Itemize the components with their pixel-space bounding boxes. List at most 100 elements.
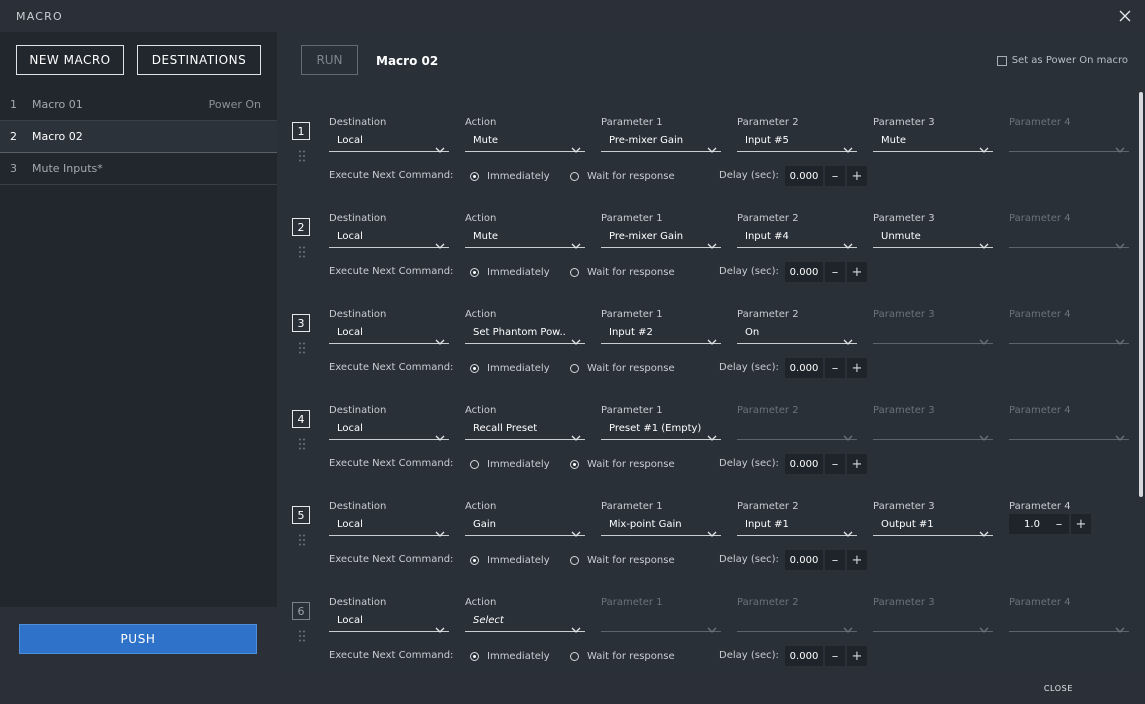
run-button[interactable]: RUN [301, 45, 358, 75]
field-select[interactable]: Local [329, 226, 449, 249]
field-select[interactable]: Mute [465, 226, 585, 249]
minus-icon[interactable]: – [825, 454, 845, 474]
drag-handle-icon[interactable] [299, 243, 305, 258]
chevron-down-icon [435, 138, 445, 153]
delay-input[interactable]: 0.000 [785, 358, 823, 378]
plus-icon[interactable]: + [847, 454, 867, 474]
field-value: Mix-point Gain [609, 519, 682, 530]
field-value: Select [473, 615, 504, 626]
immediately-radio[interactable]: Immediately [470, 550, 550, 570]
minus-icon[interactable]: – [825, 166, 845, 186]
close-icon[interactable] [1115, 6, 1135, 26]
field-select[interactable]: Output #1 [873, 514, 993, 537]
minus-icon[interactable]: – [825, 646, 845, 666]
field-select[interactable]: Select [465, 610, 585, 633]
field-select[interactable]: Input #5 [737, 130, 857, 153]
field-label: Parameter 3 [873, 213, 935, 224]
chevron-down-icon [707, 426, 717, 441]
chevron-down-icon [1115, 618, 1125, 633]
wait-for-response-radio[interactable]: Wait for response [570, 550, 675, 570]
field-select[interactable]: Input #1 [737, 514, 857, 537]
field-value: Local [337, 135, 363, 146]
delay-input[interactable]: 0.000 [785, 550, 823, 570]
field-value: Mute [473, 135, 499, 146]
push-button[interactable]: PUSH [19, 624, 257, 654]
wait-for-response-radio[interactable]: Wait for response [570, 166, 675, 186]
execute-label: Execute Next Command: [329, 458, 454, 469]
field-select[interactable]: Mute [873, 130, 993, 153]
wait-for-response-radio[interactable]: Wait for response [570, 646, 675, 666]
chevron-down-icon [571, 330, 581, 345]
field-select[interactable]: Preset #1 (Empty) [601, 418, 721, 441]
plus-icon[interactable]: + [847, 358, 867, 378]
field-select[interactable]: Recall Preset [465, 418, 585, 441]
field-select[interactable]: Set Phantom Pow... [465, 322, 585, 345]
wait-for-response-radio[interactable]: Wait for response [570, 262, 675, 282]
close-button[interactable]: CLOSE [1044, 684, 1073, 693]
plus-icon[interactable]: + [1071, 514, 1091, 534]
chevron-down-icon [843, 330, 853, 345]
immediately-radio[interactable]: Immediately [470, 262, 550, 282]
field-value: Local [337, 615, 363, 626]
field-label: Parameter 3 [873, 597, 935, 608]
field-select[interactable]: Mute [465, 130, 585, 153]
field-select [1009, 418, 1129, 441]
field-select[interactable]: Unmute [873, 226, 993, 249]
drag-handle-icon[interactable] [299, 531, 305, 546]
chevron-down-icon [843, 618, 853, 633]
immediately-radio[interactable]: Immediately [470, 358, 550, 378]
delay-input[interactable]: 0.000 [785, 454, 823, 474]
scrollbar[interactable] [1139, 92, 1143, 497]
plus-icon[interactable]: + [847, 550, 867, 570]
field-select[interactable]: Local [329, 322, 449, 345]
drag-handle-icon[interactable] [299, 339, 305, 354]
chevron-down-icon [707, 522, 717, 537]
power-on-checkbox[interactable]: Set as Power On macro [996, 55, 1128, 66]
macro-sidebar: NEW MACRO DESTINATIONS 1 Macro 01 Power On… [0, 32, 277, 672]
chevron-down-icon [979, 426, 989, 441]
minus-icon[interactable]: – [1049, 514, 1069, 534]
plus-icon[interactable]: + [847, 646, 867, 666]
macro-list-item[interactable]: 1 Macro 01 Power On [0, 89, 277, 121]
wait-for-response-radio[interactable]: Wait for response [570, 454, 675, 474]
field-label: Parameter 4 [1009, 309, 1071, 320]
plus-icon[interactable]: + [847, 262, 867, 282]
window-title: MACRO [16, 10, 63, 23]
chevron-down-icon [571, 618, 581, 633]
field-select[interactable]: On [737, 322, 857, 345]
delay-input[interactable]: 0.000 [785, 166, 823, 186]
delay-input[interactable]: 0.000 [785, 646, 823, 666]
field-select[interactable]: Local [329, 610, 449, 633]
delay-input[interactable]: 0.000 [785, 262, 823, 282]
immediately-radio[interactable]: Immediately [470, 454, 550, 474]
immediately-radio[interactable]: Immediately [470, 646, 550, 666]
drag-handle-icon[interactable] [299, 147, 305, 162]
field-select[interactable]: Local [329, 514, 449, 537]
macro-list: 1 Macro 01 Power On 2 Macro 02 3 Mute Inputs* [0, 89, 277, 185]
field-select[interactable]: Input #2 [601, 322, 721, 345]
field-select[interactable]: Pre-mixer Gain [601, 226, 721, 249]
new-macro-button[interactable]: NEW MACRO [16, 45, 124, 75]
field-select[interactable]: Mix-point Gain [601, 514, 721, 537]
plus-icon[interactable]: + [847, 166, 867, 186]
field-value: Preset #1 (Empty) [609, 423, 701, 434]
macro-list-item[interactable]: 2 Macro 02 [0, 121, 277, 153]
command-row: 3 Destination Local Action Set Phantom Pow..… [277, 300, 1145, 396]
field-select[interactable]: Input #4 [737, 226, 857, 249]
minus-icon[interactable]: – [825, 358, 845, 378]
drag-handle-icon[interactable] [299, 435, 305, 450]
destinations-button[interactable]: DESTINATIONS [137, 45, 261, 75]
minus-icon[interactable]: – [825, 262, 845, 282]
field-select[interactable]: Gain [465, 514, 585, 537]
immediately-label: Immediately [487, 266, 550, 278]
field-select[interactable]: Pre-mixer Gain [601, 130, 721, 153]
macro-list-item[interactable]: 3 Mute Inputs* [0, 153, 277, 185]
field-select[interactable]: Local [329, 130, 449, 153]
immediately-radio[interactable]: Immediately [470, 166, 550, 186]
drag-handle-icon[interactable] [299, 627, 305, 642]
field-select[interactable]: Local [329, 418, 449, 441]
macro-number: 2 [10, 130, 17, 143]
minus-icon[interactable]: – [825, 550, 845, 570]
field-value: Unmute [881, 231, 921, 242]
wait-for-response-radio[interactable]: Wait for response [570, 358, 675, 378]
